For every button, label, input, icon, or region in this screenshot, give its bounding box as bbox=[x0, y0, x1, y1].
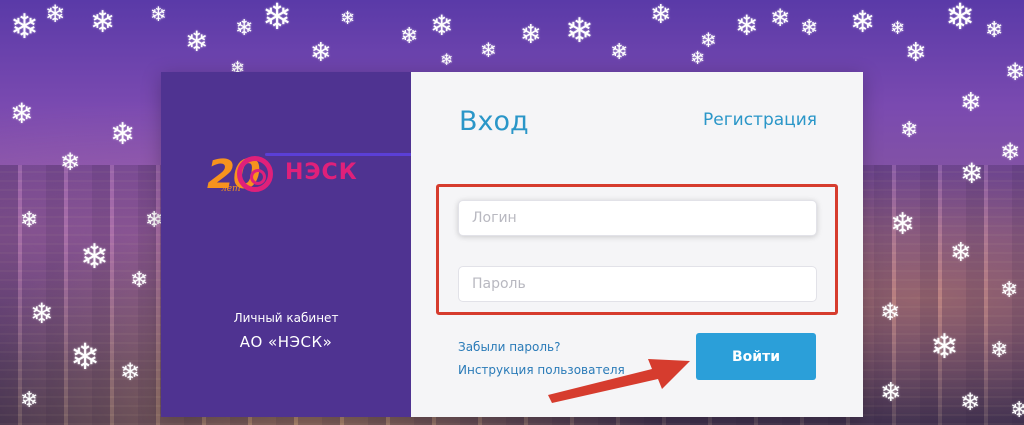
snowflake-icon: ❄ bbox=[610, 40, 629, 65]
snowflake-icon: ❄ bbox=[45, 0, 66, 28]
snowflake-icon: ❄ bbox=[650, 0, 672, 30]
snowflake-icon: ❄ bbox=[690, 48, 706, 69]
snowflake-icon: ❄ bbox=[10, 97, 34, 130]
login-input[interactable] bbox=[458, 200, 817, 236]
logo-years: лет bbox=[221, 184, 241, 194]
snowflake-icon: ❄ bbox=[905, 38, 927, 68]
snowflake-icon: ❄ bbox=[430, 9, 454, 42]
snowflake-icon: ❄ bbox=[262, 0, 293, 38]
snowflake-icon: ❄ bbox=[700, 28, 717, 52]
annotation-arrow-icon bbox=[548, 359, 690, 403]
company-label: АО «НЭСК» bbox=[239, 333, 333, 351]
snowflake-icon: ❄ bbox=[235, 16, 254, 41]
snowflake-icon: ❄ bbox=[945, 0, 976, 38]
snowflake-icon: ❄ bbox=[110, 117, 136, 152]
snowflake-icon: ❄ bbox=[850, 5, 876, 40]
snowflake-icon: ❄ bbox=[340, 8, 356, 29]
cabinet-label: Личный кабинет bbox=[233, 311, 339, 325]
snowflake-icon: ❄ bbox=[565, 11, 594, 51]
snowflake-icon: ❄ bbox=[480, 38, 497, 62]
page-title: Вход bbox=[459, 106, 529, 137]
snowflake-icon: ❄ bbox=[90, 5, 116, 40]
snowflake-icon: ❄ bbox=[890, 18, 906, 39]
snowflake-icon: ❄ bbox=[520, 20, 542, 50]
snowflake-icon: ❄ bbox=[800, 16, 819, 41]
login-button[interactable]: Войти bbox=[696, 333, 816, 380]
password-input[interactable] bbox=[458, 266, 817, 302]
snowflake-icon: ❄ bbox=[1005, 58, 1024, 86]
snowflake-icon: ❄ bbox=[1000, 138, 1021, 166]
logo-ring-icon bbox=[237, 156, 273, 192]
brand-panel: 20 лет НЭСК Личный кабинет АО «НЭСК» bbox=[161, 72, 415, 417]
snowflake-icon: ❄ bbox=[770, 4, 791, 32]
snowflake-icon: ❄ bbox=[150, 2, 167, 26]
snowflake-icon: ❄ bbox=[735, 9, 759, 42]
snowflake-icon: ❄ bbox=[985, 18, 1004, 43]
logo-name: НЭСК bbox=[285, 160, 358, 185]
snowflake-icon: ❄ bbox=[960, 88, 982, 118]
snowflake-icon: ❄ bbox=[400, 24, 419, 49]
nesk-logo: 20 лет НЭСК bbox=[205, 150, 415, 202]
snowflake-icon: ❄ bbox=[10, 7, 39, 47]
snowflake-icon: ❄ bbox=[185, 25, 209, 58]
snowflake-icon: ❄ bbox=[310, 38, 332, 68]
login-card: 20 лет НЭСК Личный кабинет АО «НЭСК» Вхо… bbox=[161, 72, 863, 417]
register-link[interactable]: Регистрация bbox=[703, 110, 817, 130]
logo-bar bbox=[265, 153, 415, 156]
snowflake-icon: ❄ bbox=[900, 118, 919, 143]
snowflake-icon: ❄ bbox=[440, 50, 454, 69]
